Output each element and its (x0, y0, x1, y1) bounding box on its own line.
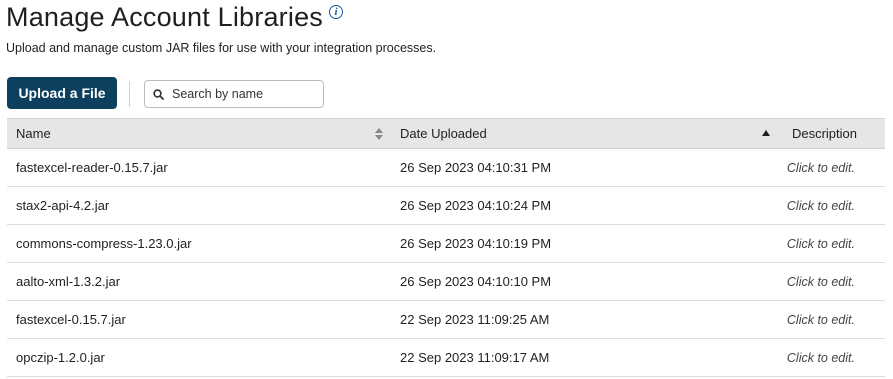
table-row[interactable]: fastexcel-reader-0.15.7.jar 26 Sep 2023 … (7, 149, 885, 187)
cell-date: 22 Sep 2023 11:09:25 AM (400, 312, 550, 327)
info-icon[interactable]: i (329, 5, 343, 19)
cell-date: 26 Sep 2023 04:10:19 PM (400, 236, 552, 251)
search-input[interactable] (170, 86, 314, 102)
sort-both-icon[interactable] (374, 127, 384, 141)
column-header-date[interactable]: Date Uploaded (400, 126, 487, 141)
sort-ascending-icon[interactable] (761, 129, 771, 137)
cell-name: commons-compress-1.23.0.jar (16, 236, 192, 251)
cell-date: 26 Sep 2023 04:10:10 PM (400, 274, 552, 289)
page-title: Manage Account Libraries (6, 1, 323, 32)
cell-description[interactable]: Click to edit. (787, 275, 855, 289)
cell-date: 26 Sep 2023 04:10:31 PM (400, 160, 552, 175)
cell-name: fastexcel-0.15.7.jar (16, 312, 126, 327)
table-row[interactable]: commons-compress-1.23.0.jar 26 Sep 2023 … (7, 225, 885, 263)
cell-description[interactable]: Click to edit. (787, 313, 855, 327)
cell-description[interactable]: Click to edit. (787, 161, 855, 175)
cell-name: aalto-xml-1.3.2.jar (16, 274, 121, 289)
toolbar-divider (129, 81, 130, 107)
table-header: Name Date Uploaded Description (7, 118, 885, 149)
title-row: Manage Account Libraries i (6, 0, 343, 34)
cell-date: 26 Sep 2023 04:10:24 PM (400, 198, 552, 213)
cell-description[interactable]: Click to edit. (787, 351, 855, 365)
cell-date: 22 Sep 2023 11:09:17 AM (400, 350, 550, 365)
table-row[interactable]: opczip-1.2.0.jar 22 Sep 2023 11:09:17 AM… (7, 339, 885, 377)
cell-description[interactable]: Click to edit. (787, 199, 855, 213)
search-icon (153, 88, 164, 100)
cell-description[interactable]: Click to edit. (787, 237, 855, 251)
cell-name: opczip-1.2.0.jar (16, 350, 105, 365)
column-header-description[interactable]: Description (792, 126, 857, 141)
table-row[interactable]: stax2-api-4.2.jar 26 Sep 2023 04:10:24 P… (7, 187, 885, 225)
cell-name: stax2-api-4.2.jar (16, 198, 110, 213)
column-header-name[interactable]: Name (16, 126, 51, 141)
libraries-table: Name Date Uploaded Description fastexcel… (7, 118, 885, 377)
search-box[interactable] (144, 80, 324, 108)
table-row[interactable]: fastexcel-0.15.7.jar 22 Sep 2023 11:09:2… (7, 301, 885, 339)
table-row[interactable]: aalto-xml-1.3.2.jar 26 Sep 2023 04:10:10… (7, 263, 885, 301)
upload-file-button[interactable]: Upload a File (7, 77, 117, 109)
cell-name: fastexcel-reader-0.15.7.jar (16, 160, 168, 175)
page-subtitle: Upload and manage custom JAR files for u… (6, 41, 437, 55)
